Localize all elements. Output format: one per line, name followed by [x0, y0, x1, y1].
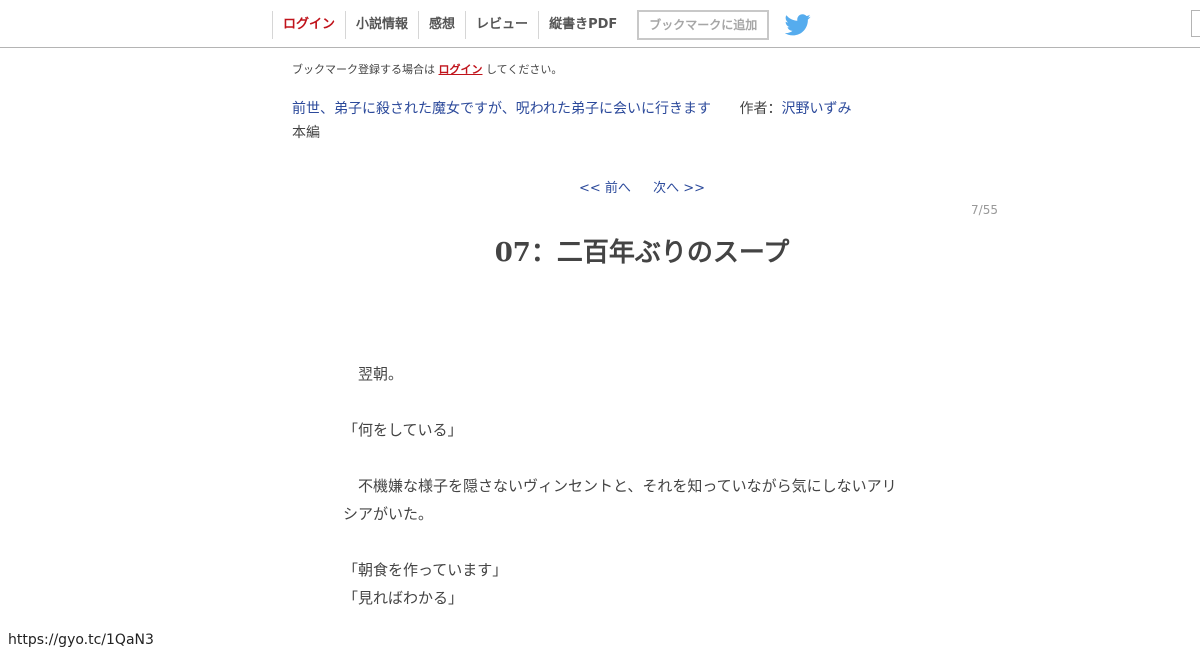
bookmark-login-link[interactable]: ログイン: [439, 63, 483, 76]
body-paragraph: シアがいた。: [343, 505, 434, 523]
novel-title-link[interactable]: 前世、弟子に殺された魔女ですが、呪われた弟子に会いに行きます: [292, 101, 711, 117]
body-paragraph: 「朝食を作っています」: [343, 561, 508, 579]
chapter-group-label: 本編: [292, 125, 320, 141]
top-nav-bar: ログイン 小説情報 感想 レビュー 縦書きPDF ブックマークに追加: [0, 0, 1200, 48]
nav-novel-info[interactable]: 小説情報: [345, 11, 418, 39]
bookmark-note-prefix: ブックマーク登録する場合は: [292, 63, 435, 76]
prev-chapter-link[interactable]: << 前へ: [579, 181, 631, 196]
body-paragraph: 「何をしている」: [343, 421, 463, 439]
chapter-body: 翌朝。 「何をしている」 不機嫌な様子を隠さないヴィンセントと、それを知っていな…: [343, 360, 935, 612]
chapter-title: 07：二百年ぶりのスープ: [494, 238, 790, 268]
twitter-share-button[interactable]: [785, 14, 811, 36]
search-input[interactable]: [1191, 10, 1200, 37]
reader-page: ログイン 小説情報 感想 レビュー 縦書きPDF ブックマークに追加 ブックマー…: [0, 0, 1200, 653]
body-paragraph: 翌朝。: [343, 365, 404, 383]
bookmark-login-note: ブックマーク登録する場合は ログイン してください。: [292, 61, 562, 77]
author-link[interactable]: 沢野いずみ: [781, 101, 851, 117]
status-bar-url: https://gyo.tc/1QaN3: [8, 632, 154, 648]
twitter-bird-icon: [785, 14, 811, 36]
chapter-pager: << 前へ 次へ >>: [560, 177, 724, 196]
add-bookmark-button[interactable]: ブックマークに追加: [637, 10, 770, 40]
body-paragraph: 「見ればわかる」: [343, 589, 464, 607]
nav-vertical-pdf[interactable]: 縦書きPDF: [538, 11, 627, 39]
nav-menu: ログイン 小説情報 感想 レビュー 縦書きPDF ブックマークに追加: [272, 10, 811, 40]
author-label: 作者：: [739, 101, 782, 117]
next-chapter-link[interactable]: 次へ >>: [653, 181, 705, 196]
chapter-count: 7/55: [971, 203, 998, 217]
nav-login[interactable]: ログイン: [272, 11, 345, 39]
novel-info-line: 前世、弟子に殺された魔女ですが、呪われた弟子に会いに行きます 作者：沢野いずみ: [292, 98, 851, 118]
nav-impressions[interactable]: 感想: [418, 11, 465, 39]
body-paragraph: 不機嫌な様子を隠さないヴィンセントと、それを知っていながら気にしないアリ: [343, 477, 897, 495]
nav-review[interactable]: レビュー: [465, 11, 538, 39]
bookmark-note-suffix: してください。: [486, 63, 563, 76]
